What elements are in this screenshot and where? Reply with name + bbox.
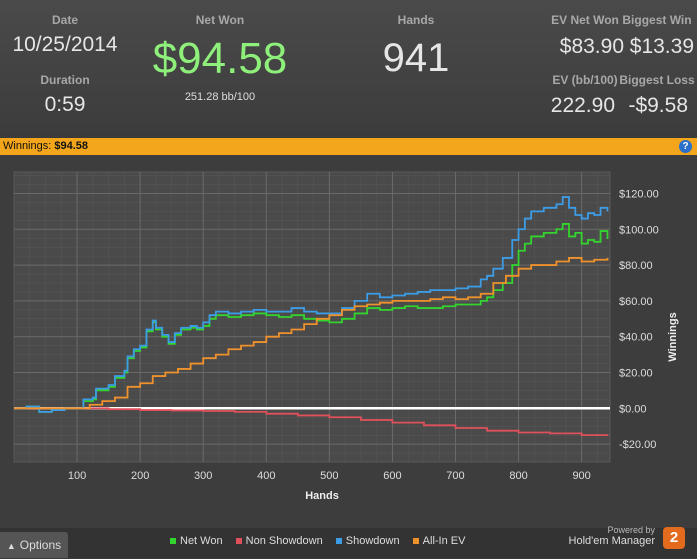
y-tick-label: $40.00 bbox=[619, 332, 653, 344]
winnings-banner: Winnings: $94.58 ? bbox=[0, 138, 697, 155]
stats-panel: Date 10/25/2014 Duration 0:59 Net Won $9… bbox=[0, 0, 697, 137]
biggest-win-value: $13.39 bbox=[629, 35, 694, 58]
net-won-value: $94.58 bbox=[152, 34, 288, 83]
y-tick-label: $60.00 bbox=[619, 296, 653, 308]
y-tick-label: -$20.00 bbox=[619, 439, 656, 451]
duration-label: Duration bbox=[40, 73, 90, 87]
duration-value: 0:59 bbox=[44, 93, 86, 116]
brand-logo: 2 bbox=[663, 527, 685, 549]
legend-item-net-won[interactable]: Net Won bbox=[170, 535, 223, 547]
y-tick-label: $80.00 bbox=[619, 260, 653, 272]
help-icon[interactable]: ? bbox=[679, 140, 692, 153]
x-tick-label: 100 bbox=[68, 470, 86, 482]
ev-bb-label: EV (bb/100) bbox=[552, 73, 618, 87]
hands-value: 941 bbox=[382, 36, 450, 80]
x-tick-label: 300 bbox=[194, 470, 212, 482]
chevron-up-icon: ▲ bbox=[6, 541, 16, 551]
legend-item-all-in-ev[interactable]: All-In EV bbox=[412, 535, 465, 547]
bb-per-100: 251.28 bb/100 bbox=[184, 91, 256, 103]
plot-background bbox=[13, 171, 611, 463]
options-button[interactable]: ▲ Options bbox=[0, 532, 68, 558]
y-tick-label: $0.00 bbox=[619, 403, 647, 415]
chart-area: 100 200 300 400 500 600 700 800 900 -$20.00 $0.00 $… bbox=[0, 155, 697, 528]
x-axis-label: Hands bbox=[305, 490, 339, 502]
legend-swatch bbox=[235, 538, 242, 545]
legend-item-showdown[interactable]: Showdown bbox=[335, 535, 400, 547]
ev-net-won-label: EV Net Won bbox=[551, 13, 619, 27]
biggest-win-label: Biggest Win bbox=[622, 13, 692, 27]
y-tick-label: $100.00 bbox=[619, 224, 659, 236]
winnings-label: Winnings: bbox=[3, 140, 52, 152]
winnings-chart: 100 200 300 400 500 600 700 800 900 -$20.00 $0.00 $… bbox=[13, 171, 679, 502]
hands-label: Hands bbox=[397, 13, 435, 27]
chart-legend: Net Won Non Showdown Showdown All-In EV bbox=[170, 535, 475, 547]
x-tick-label: 900 bbox=[572, 470, 590, 482]
legend-swatch bbox=[170, 538, 176, 545]
y-axis-label: Winnings bbox=[667, 312, 679, 361]
net-won-label: Net Won bbox=[195, 13, 245, 27]
y-tick-label: $120.00 bbox=[619, 188, 659, 200]
x-tick-label: 500 bbox=[320, 470, 338, 482]
ev-bb-value: 222.90 bbox=[550, 94, 615, 117]
legend-item-non-showdown[interactable]: Non Showdown bbox=[235, 535, 323, 547]
biggest-loss-label: Biggest Loss bbox=[619, 73, 695, 87]
brand-text: Powered by Hold'em Manager bbox=[568, 525, 655, 547]
y-tick-label: $20.00 bbox=[619, 367, 653, 379]
x-tick-label: 600 bbox=[383, 470, 401, 482]
x-tick-label: 700 bbox=[446, 470, 464, 482]
legend-swatch bbox=[412, 538, 419, 545]
date-label: Date bbox=[51, 13, 78, 27]
date-value: 10/25/2014 bbox=[12, 33, 118, 56]
biggest-loss-value: -$9.58 bbox=[628, 94, 688, 117]
ev-net-won-value: $83.90 bbox=[559, 35, 624, 58]
winnings-value: $94.58 bbox=[54, 140, 89, 152]
x-tick-label: 800 bbox=[509, 470, 527, 482]
legend-swatch bbox=[335, 538, 342, 545]
x-tick-label: 400 bbox=[257, 470, 275, 482]
x-tick-label: 200 bbox=[131, 470, 149, 482]
